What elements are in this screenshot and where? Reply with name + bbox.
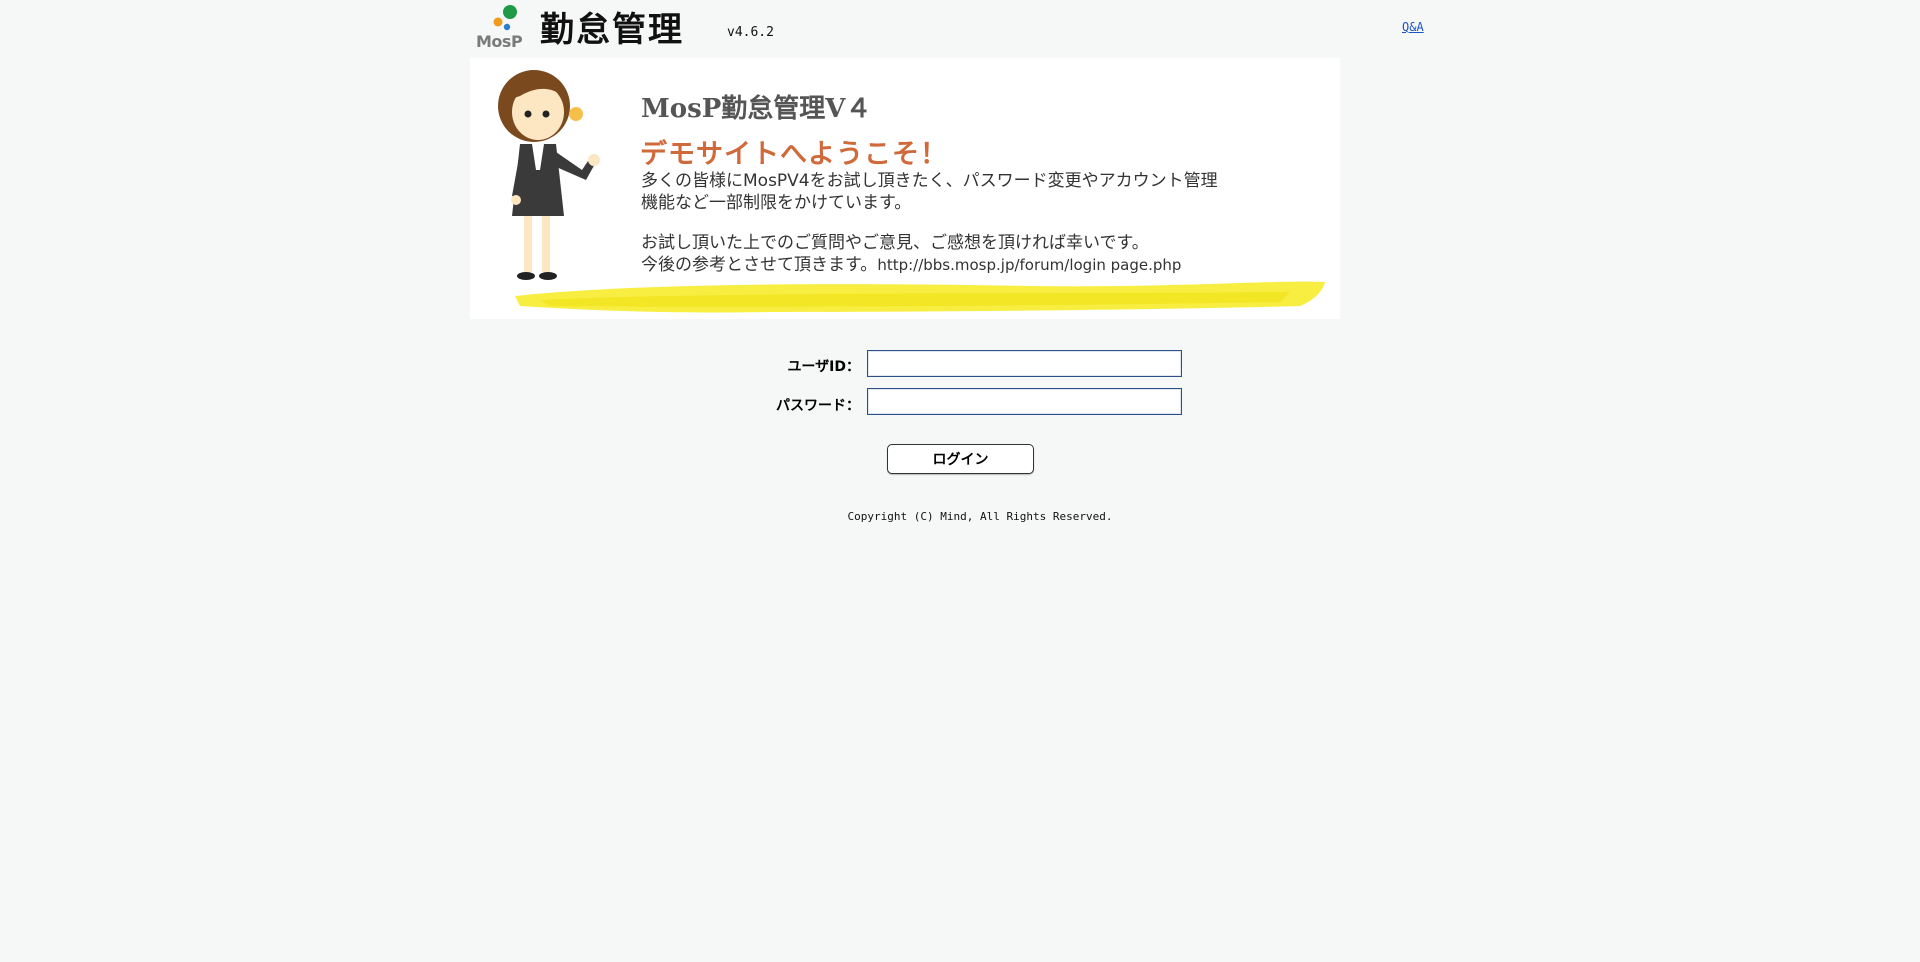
- banner-title: MosP勤怠管理V４: [641, 94, 872, 124]
- copyright-text: Copyright (C) Mind, All Rights Reserved.: [847, 510, 1113, 523]
- login-button[interactable]: ログイン: [887, 444, 1034, 474]
- password-label: パスワード：: [776, 398, 860, 414]
- app-title: 勤怠管理: [540, 10, 684, 50]
- welcome-banner: MosP勤怠管理V４ デモサイトへようこそ！ 多くの皆様にMosPV4をお試し頂…: [470, 58, 1340, 319]
- mosp-logo: MosP: [474, 4, 526, 52]
- version-label: v4.6.2: [727, 25, 774, 40]
- banner-notice-line2: 機能など一部制限をかけています。: [641, 193, 912, 213]
- banner-notice: 多くの皆様にMosPV4をお試し頂きたく、パスワード変更やアカウント管理 機能な…: [641, 170, 1218, 214]
- banner-feedback-line1: お試し頂いた上でのご質問やご意見、ご感想を頂ければ幸いです。: [641, 233, 1149, 253]
- password-input[interactable]: [867, 388, 1182, 415]
- banner-feedback-line2: 今後の参考とさせて頂きます。http://bbs.mosp.jp/forum/l…: [641, 254, 1181, 276]
- banner-welcome: デモサイトへようこそ！: [640, 139, 948, 170]
- qa-link[interactable]: Q&A: [1402, 20, 1424, 34]
- user-id-input[interactable]: [867, 350, 1182, 377]
- yellow-brush-stroke: [515, 281, 1325, 313]
- woman-illustration: [498, 70, 600, 280]
- forum-url: http://bbs.mosp.jp/forum/login page.php: [877, 256, 1182, 274]
- logo-text: MosP: [476, 32, 523, 51]
- banner-feedback-text: 今後の参考とさせて頂きます。: [641, 255, 878, 275]
- copyright-footer: Copyright (C) Mind, All Rights Reserved.: [0, 510, 1920, 523]
- user-id-label: ユーザID：: [787, 359, 860, 375]
- banner-notice-line1: 多くの皆様にMosPV4をお試し頂きたく、パスワード変更やアカウント管理: [641, 171, 1218, 191]
- banner-feedback: お試し頂いた上でのご質問やご意見、ご感想を頂ければ幸いです。 今後の参考とさせて…: [641, 232, 1181, 276]
